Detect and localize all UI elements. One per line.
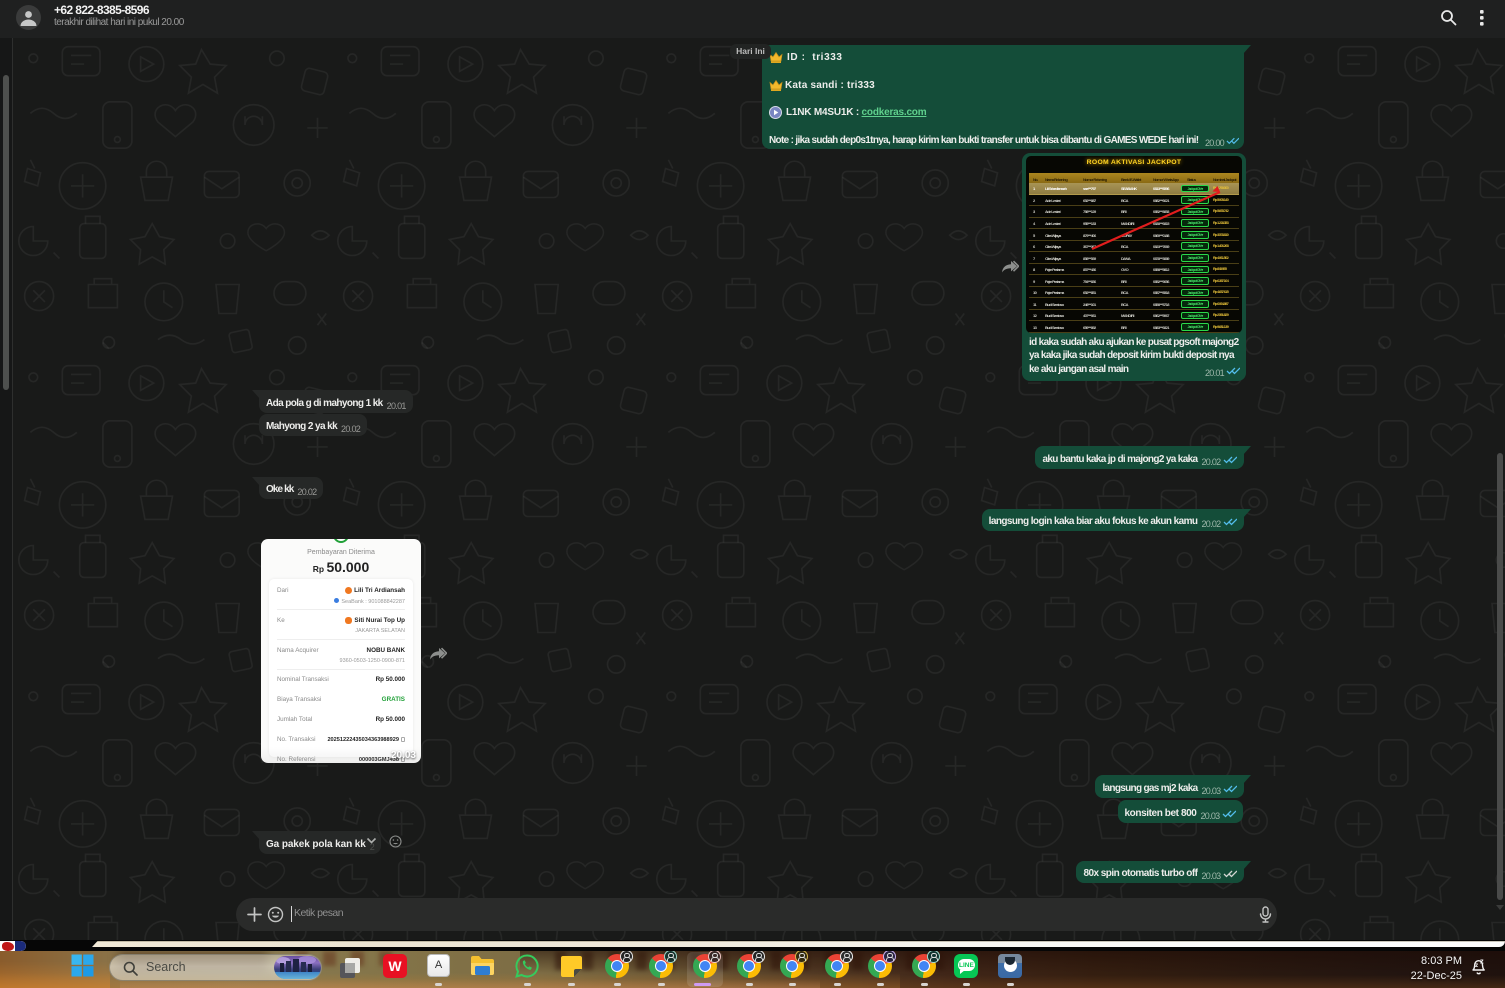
svg-text:z: z [1475, 962, 1479, 969]
svg-text:z: z [1480, 957, 1484, 966]
